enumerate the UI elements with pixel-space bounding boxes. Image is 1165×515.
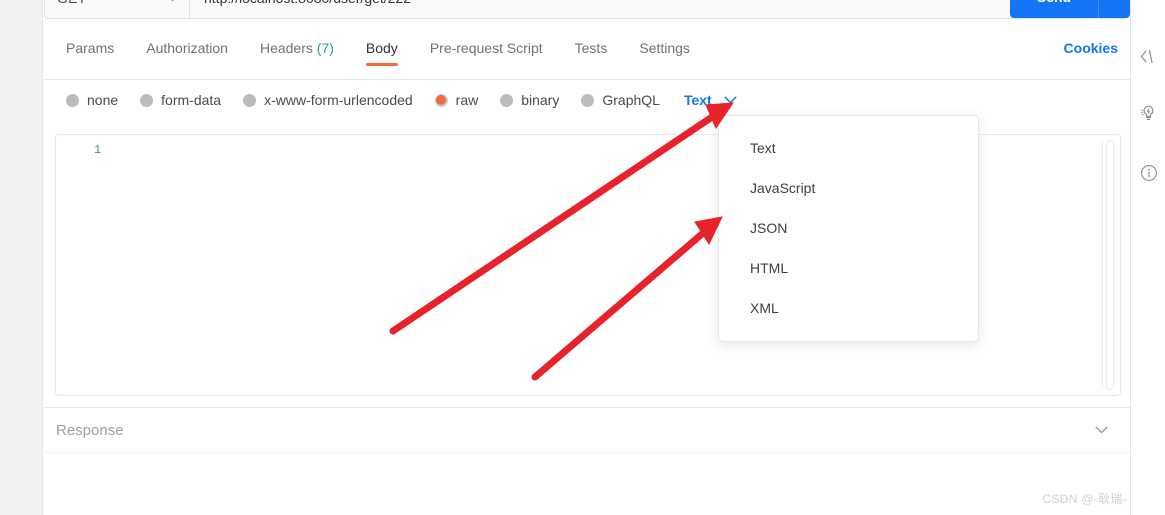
language-dropdown-menu[interactable]: Text JavaScript JSON HTML XML: [718, 115, 979, 342]
tab-settings-label: Settings: [639, 40, 690, 56]
radio-icon: [66, 93, 79, 107]
send-options-chevron-down-icon[interactable]: [1098, 0, 1130, 18]
tab-tests[interactable]: Tests: [575, 36, 608, 66]
body-type-graphql[interactable]: GraphQL: [581, 92, 660, 108]
editor-scrollbar[interactable]: [1102, 140, 1116, 390]
response-divider-bottom: [44, 452, 1130, 453]
tab-params-label: Params: [66, 40, 115, 56]
send-button-group: Send: [1010, 0, 1130, 18]
language-select-value: Text: [683, 92, 712, 108]
dropdown-option-html[interactable]: HTML: [719, 248, 978, 288]
radio-icon: [581, 93, 595, 107]
request-tabs: Params Authorization Headers (7) Body Pr…: [44, 36, 1130, 76]
chevron-down-icon[interactable]: [1095, 426, 1108, 434]
tab-authorization-label: Authorization: [146, 40, 228, 56]
tab-pre-request-script-label: Pre-request Script: [429, 40, 543, 56]
response-section-header[interactable]: Response: [44, 408, 1130, 452]
tab-authorization[interactable]: Authorization: [146, 36, 228, 66]
tab-body-label: Body: [365, 40, 398, 56]
dropdown-option-json[interactable]: JSON: [719, 208, 978, 248]
info-icon[interactable]: [1131, 160, 1165, 186]
response-title: Response: [56, 421, 124, 439]
url-input[interactable]: http://localhost:8080/user/get/222: [190, 0, 1129, 19]
body-type-binary[interactable]: binary: [500, 92, 559, 108]
radio-icon: [500, 93, 514, 107]
cookies-link[interactable]: Cookies: [1064, 40, 1118, 56]
body-type-raw[interactable]: raw: [434, 92, 479, 108]
body-type-none[interactable]: none: [66, 92, 118, 108]
radio-icon: [243, 93, 257, 107]
tab-headers-label: Headers: [259, 40, 313, 56]
body-type-none-label: none: [87, 92, 119, 108]
tab-settings[interactable]: Settings: [639, 36, 690, 66]
tab-body[interactable]: Body: [365, 36, 398, 66]
body-type-raw-label: raw: [455, 92, 479, 108]
body-type-options: none form-data x-www-form-urlencoded raw…: [66, 86, 737, 114]
left-gutter: [0, 0, 43, 515]
dropdown-option-text[interactable]: Text: [719, 128, 978, 168]
dropdown-option-xml[interactable]: XML: [719, 288, 978, 328]
body-type-form-data[interactable]: form-data: [140, 92, 221, 108]
http-method-label: GET: [57, 0, 86, 6]
body-type-binary-label: binary: [521, 92, 560, 108]
http-method-select[interactable]: GET: [44, 0, 190, 19]
dropdown-option-javascript[interactable]: JavaScript: [719, 168, 978, 208]
lightbulb-icon[interactable]: [1131, 100, 1165, 126]
tab-tests-label: Tests: [574, 40, 608, 56]
editor-scrollbar-thumb[interactable]: [1106, 140, 1114, 390]
postman-request-window: GET http://localhost:8080/user/get/222 S…: [0, 0, 1165, 515]
tab-headers[interactable]: Headers (7): [260, 36, 334, 66]
body-type-graphql-label: GraphQL: [602, 92, 660, 108]
editor-line-number: 1: [94, 143, 102, 157]
url-row: GET http://localhost:8080/user/get/222: [44, 0, 1129, 20]
tab-params[interactable]: Params: [66, 36, 114, 66]
send-button[interactable]: Send: [1010, 0, 1098, 18]
body-type-form-data-label: form-data: [161, 92, 222, 108]
tabs-divider: [44, 79, 1130, 80]
body-type-x-www-form-urlencoded[interactable]: x-www-form-urlencoded: [243, 92, 413, 108]
radio-icon: [140, 93, 154, 107]
code-icon[interactable]: [1131, 43, 1165, 69]
body-type-x-www-form-urlencoded-label: x-www-form-urlencoded: [264, 92, 413, 108]
chevron-down-icon: [724, 96, 737, 104]
watermark: CSDN @-耿瑞-: [1042, 492, 1127, 506]
chevron-down-icon: [167, 0, 178, 7]
language-select[interactable]: Text: [684, 92, 737, 108]
right-sidebar-rail: [1130, 0, 1165, 515]
tab-pre-request-script[interactable]: Pre-request Script: [430, 36, 543, 66]
url-value: http://localhost:8080/user/get/222: [204, 0, 411, 6]
radio-selected-icon: [434, 93, 448, 107]
tab-headers-count: (7): [316, 40, 334, 56]
